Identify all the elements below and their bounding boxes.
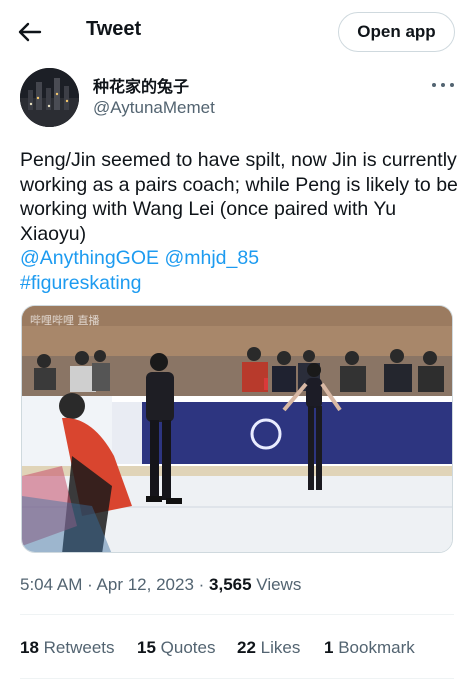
divider: [20, 614, 454, 615]
tweet-photo[interactable]: 哔哩哔哩 直播: [21, 305, 453, 553]
divider: [20, 678, 454, 679]
user-handle[interactable]: @AytunaMemet: [93, 98, 215, 118]
tweet-date: Apr 12, 2023: [96, 575, 194, 594]
avatar[interactable]: [20, 68, 79, 127]
mentions-line: @AnythingGOE @mhjd_85: [20, 246, 460, 271]
views-count: 3,565: [209, 575, 252, 594]
tweet-body: Peng/Jin seemed to have spilt, now Jin i…: [20, 149, 458, 245]
top-bar: Tweet Open app: [0, 0, 474, 62]
tweet-timestamp[interactable]: 5:04 AM · Apr 12, 2023 · 3,565 Views: [20, 575, 301, 595]
engagement-stats: 18 Retweets 15 Quotes 22 Likes 1 Bookmar…: [20, 638, 460, 662]
more-options-icon[interactable]: [430, 78, 456, 92]
back-arrow-icon[interactable]: [16, 18, 46, 46]
mention-link[interactable]: @AnythingGOE: [20, 247, 159, 269]
views-label: Views: [256, 575, 302, 594]
bookmarks-label: Bookmark: [338, 638, 415, 657]
likes-label: Likes: [260, 638, 301, 657]
display-name[interactable]: 种花家的兔子: [93, 73, 189, 97]
bookmarks-stat[interactable]: 1 Bookmark: [324, 638, 415, 658]
tweet-text: Peng/Jin seemed to have spilt, now Jin i…: [20, 148, 460, 295]
video-watermark: 哔哩哔哩 直播: [30, 314, 100, 327]
tweet-time: 5:04 AM: [20, 575, 83, 594]
retweets-count: 18: [20, 638, 39, 657]
page-title: Tweet: [86, 18, 142, 40]
retweets-label: Retweets: [43, 638, 115, 657]
mention-link[interactable]: @mhjd_85: [164, 247, 259, 269]
quotes-label: Quotes: [160, 638, 216, 657]
retweets-stat[interactable]: 18 Retweets: [20, 638, 115, 658]
quotes-count: 15: [137, 638, 156, 657]
likes-count: 22: [237, 638, 256, 657]
bookmarks-count: 1: [324, 638, 334, 657]
open-app-button[interactable]: Open app: [338, 12, 455, 52]
likes-stat[interactable]: 22 Likes: [237, 638, 300, 658]
quotes-stat[interactable]: 15 Quotes: [137, 638, 215, 658]
hashtag-link[interactable]: #figureskating: [20, 272, 141, 294]
